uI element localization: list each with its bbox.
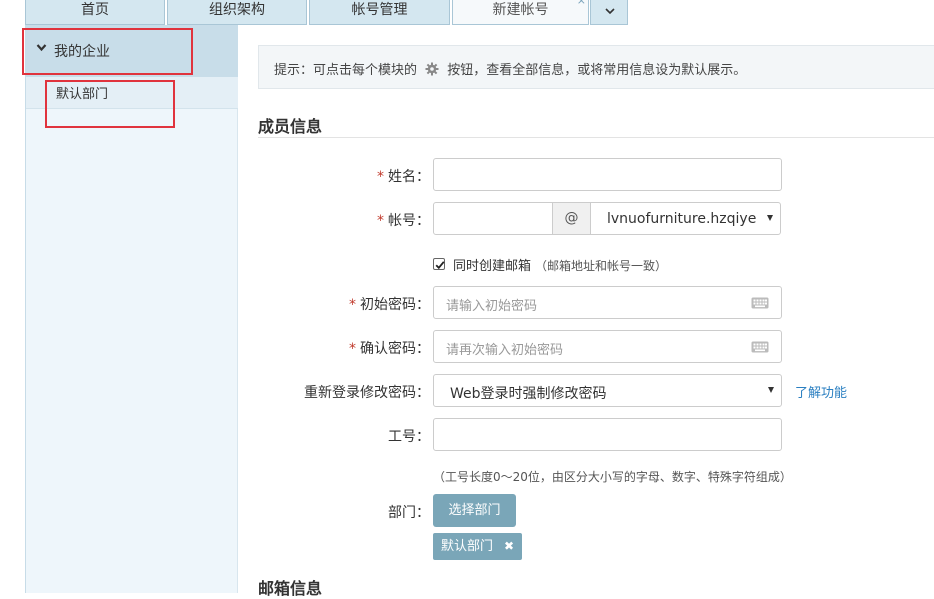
chevron-down-icon — [605, 8, 615, 15]
caret-down-icon — [768, 387, 774, 393]
caret-down-icon — [767, 215, 773, 221]
checkmark-icon — [435, 261, 445, 270]
init-password-label-text: 初始密码： — [360, 297, 430, 313]
remove-tag-icon[interactable]: ✖ — [504, 533, 514, 560]
required-mark: * — [349, 341, 356, 357]
create-mailbox-label-text: 同时创建邮箱 — [453, 259, 532, 274]
department-label: 部门： — [388, 505, 430, 521]
relogin-select-value: Web登录时强制修改密码 — [450, 386, 607, 402]
highlight-box — [45, 80, 175, 128]
department-tag-label: 默认部门 — [441, 539, 494, 554]
section-divider — [258, 137, 934, 138]
close-icon[interactable]: × — [577, 0, 586, 7]
employee-id-note: （工号长度0～20位，由区分大小写的字母、数字、特殊字符组成） — [433, 470, 792, 484]
tab-home-label: 首页 — [81, 2, 109, 18]
tab-bar: 首页 组织架构 帐号管理 新建帐号 × — [0, 0, 934, 25]
department-tag: 默认部门 ✖ — [433, 533, 522, 560]
tab-home[interactable]: 首页 — [25, 0, 165, 25]
tab-dropdown-button[interactable] — [590, 0, 628, 25]
highlight-box — [22, 28, 193, 75]
employee-id-input[interactable] — [433, 418, 782, 451]
tab-new-account[interactable]: 新建帐号 × — [452, 0, 589, 25]
create-mailbox-note: （邮箱地址和帐号一致） — [535, 259, 668, 273]
create-mailbox-checkbox[interactable] — [433, 258, 445, 270]
domain-select[interactable]: lvnuofurniture.hzqiye — [590, 202, 781, 235]
confirm-password-placeholder: 请再次输入初始密码 — [446, 343, 564, 358]
tab-account-management-label: 帐号管理 — [351, 2, 408, 18]
create-mailbox-label: 同时创建邮箱 （邮箱地址和帐号一致） — [453, 255, 667, 274]
keyboard-icon[interactable] — [751, 341, 769, 353]
name-label-text: 姓名： — [388, 169, 430, 185]
domain-select-value: lvnuofurniture.hzqiye — [607, 211, 757, 227]
hint-text-prefix: 提示：可点击每个模块的 — [274, 63, 418, 78]
account-input[interactable] — [433, 202, 553, 235]
name-input[interactable] — [433, 158, 782, 191]
section-title-member-info: 成员信息 — [258, 117, 323, 136]
employee-id-label: 工号： — [388, 429, 430, 445]
tab-new-account-label: 新建帐号 — [492, 2, 549, 18]
at-addon: @ — [552, 202, 591, 235]
keyboard-icon[interactable] — [751, 297, 769, 309]
tab-org-structure-label: 组织架构 — [209, 2, 265, 18]
section-title-mailbox-info: 邮箱信息 — [258, 579, 323, 598]
confirm-password-label: * 确认密码： — [258, 338, 430, 358]
hint-bar: 提示：可点击每个模块的 按钮，查看全部信息，或将常用信息设为默认展示。 — [258, 45, 934, 89]
required-mark: * — [349, 297, 356, 313]
hint-text-suffix: 按钮，查看全部信息，或将常用信息设为默认展示。 — [447, 63, 747, 78]
relogin-label: 重新登录修改密码： — [304, 385, 430, 401]
gear-icon — [425, 62, 439, 76]
relogin-select[interactable]: Web登录时强制修改密码 — [433, 374, 782, 407]
confirm-password-input[interactable]: 请再次输入初始密码 — [433, 330, 782, 363]
init-password-label: * 初始密码： — [258, 294, 430, 314]
name-label: * 姓名： — [258, 166, 430, 186]
confirm-password-label-text: 确认密码： — [360, 341, 430, 357]
learn-feature-link[interactable]: 了解功能 — [795, 382, 847, 401]
account-label: * 帐号： — [258, 210, 430, 230]
account-label-text: 帐号： — [388, 213, 430, 229]
init-password-placeholder: 请输入初始密码 — [446, 299, 538, 314]
select-department-button[interactable]: 选择部门 — [433, 494, 516, 527]
required-mark: * — [377, 213, 384, 229]
required-mark: * — [377, 169, 384, 185]
tab-account-management[interactable]: 帐号管理 — [309, 0, 450, 25]
init-password-input[interactable]: 请输入初始密码 — [433, 286, 782, 319]
tab-org-structure[interactable]: 组织架构 — [167, 0, 307, 25]
